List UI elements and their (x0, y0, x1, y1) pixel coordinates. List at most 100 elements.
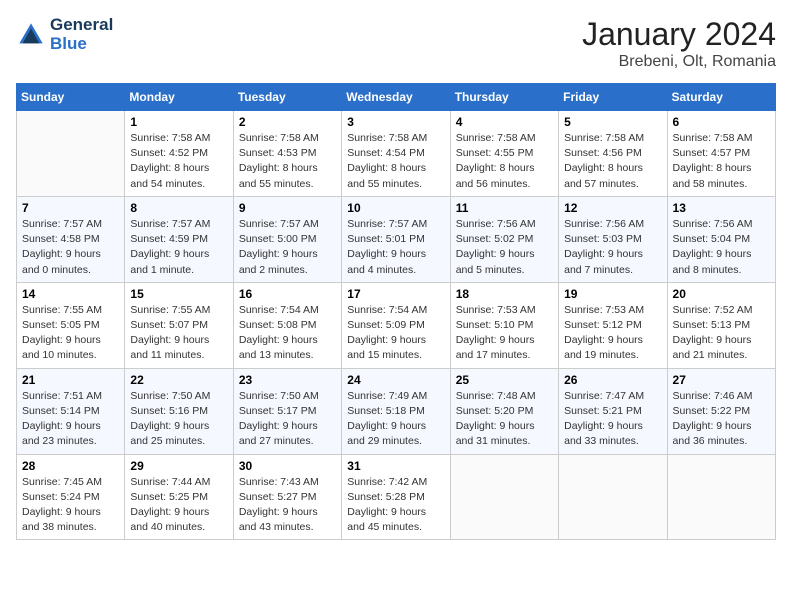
day-number: 10 (347, 201, 444, 215)
calendar-cell (17, 111, 125, 197)
day-number: 2 (239, 115, 336, 129)
calendar-cell: 24 Sunrise: 7:49 AMSunset: 5:18 PMDayligh… (342, 368, 450, 454)
calendar-cell: 7 Sunrise: 7:57 AMSunset: 4:58 PMDaylight… (17, 196, 125, 282)
day-info: Sunrise: 7:43 AMSunset: 5:27 PMDaylight:… (239, 475, 336, 536)
day-info: Sunrise: 7:56 AMSunset: 5:03 PMDaylight:… (564, 217, 661, 278)
day-info: Sunrise: 7:55 AMSunset: 5:05 PMDaylight:… (22, 303, 119, 364)
calendar-cell: 13 Sunrise: 7:56 AMSunset: 5:04 PMDayligh… (667, 196, 775, 282)
calendar-cell: 27Sunrise: 7:46 AMSunset: 5:22 PMDayligh… (667, 368, 775, 454)
day-number: 27 (673, 373, 770, 387)
calendar-table: SundayMondayTuesdayWednesdayThursdayFrid… (16, 83, 776, 540)
day-number: 28 (22, 459, 119, 473)
calendar-cell: 6 Sunrise: 7:58 AMSunset: 4:57 PMDaylight… (667, 111, 775, 197)
weekday-header: Saturday (667, 84, 775, 111)
calendar-cell: 8Sunrise: 7:57 AMSunset: 4:59 PMDaylight… (125, 196, 233, 282)
day-number: 31 (347, 459, 444, 473)
day-number: 14 (22, 287, 119, 301)
day-number: 30 (239, 459, 336, 473)
day-info: Sunrise: 7:51 AMSunset: 5:14 PMDaylight:… (22, 389, 119, 450)
day-number: 23 (239, 373, 336, 387)
day-info: Sunrise: 7:58 AMSunset: 4:57 PMDaylight:… (673, 131, 770, 192)
day-number: 13 (673, 201, 770, 215)
calendar-cell: 28 Sunrise: 7:45 AMSunset: 5:24 PMDayligh… (17, 454, 125, 540)
day-info: Sunrise: 7:47 AMSunset: 5:21 PMDaylight:… (564, 389, 661, 450)
day-number: 3 (347, 115, 444, 129)
weekday-header: Monday (125, 84, 233, 111)
day-info: Sunrise: 7:54 AMSunset: 5:08 PMDaylight:… (239, 303, 336, 364)
day-info: Sunrise: 7:54 AMSunset: 5:09 PMDaylight:… (347, 303, 444, 364)
calendar-cell: 10 Sunrise: 7:57 AMSunset: 5:01 PMDayligh… (342, 196, 450, 282)
day-info: Sunrise: 7:42 AMSunset: 5:28 PMDaylight:… (347, 475, 444, 536)
day-number: 4 (456, 115, 553, 129)
day-info: Sunrise: 7:45 AMSunset: 5:24 PMDaylight:… (22, 475, 119, 536)
calendar-week-row: 28 Sunrise: 7:45 AMSunset: 5:24 PMDayligh… (17, 454, 776, 540)
calendar-cell: 31 Sunrise: 7:42 AMSunset: 5:28 PMDayligh… (342, 454, 450, 540)
day-number: 22 (130, 373, 227, 387)
day-number: 8 (130, 201, 227, 215)
day-info: Sunrise: 7:53 AMSunset: 5:10 PMDaylight:… (456, 303, 553, 364)
day-number: 16 (239, 287, 336, 301)
day-number: 7 (22, 201, 119, 215)
day-number: 17 (347, 287, 444, 301)
calendar-cell (450, 454, 558, 540)
day-number: 26 (564, 373, 661, 387)
day-info: Sunrise: 7:52 AMSunset: 5:13 PMDaylight:… (673, 303, 770, 364)
day-info: Sunrise: 7:58 AMSunset: 4:55 PMDaylight:… (456, 131, 553, 192)
day-number: 12 (564, 201, 661, 215)
day-number: 5 (564, 115, 661, 129)
calendar-cell: 11Sunrise: 7:56 AMSunset: 5:02 PMDayligh… (450, 196, 558, 282)
calendar-cell (559, 454, 667, 540)
calendar-cell: 25 Sunrise: 7:48 AMSunset: 5:20 PMDayligh… (450, 368, 558, 454)
day-number: 25 (456, 373, 553, 387)
day-number: 21 (22, 373, 119, 387)
calendar-week-row: 14 Sunrise: 7:55 AMSunset: 5:05 PMDayligh… (17, 282, 776, 368)
day-info: Sunrise: 7:56 AMSunset: 5:02 PMDaylight:… (456, 217, 553, 278)
logo: General Blue (16, 16, 113, 53)
day-info: Sunrise: 7:58 AMSunset: 4:52 PMDaylight:… (130, 131, 227, 192)
day-number: 24 (347, 373, 444, 387)
weekday-header: Friday (559, 84, 667, 111)
calendar-cell: 16 Sunrise: 7:54 AMSunset: 5:08 PMDayligh… (233, 282, 341, 368)
month-title: January 2024 (582, 16, 776, 53)
day-info: Sunrise: 7:48 AMSunset: 5:20 PMDaylight:… (456, 389, 553, 450)
logo-text: General Blue (50, 16, 113, 53)
day-info: Sunrise: 7:58 AMSunset: 4:54 PMDaylight:… (347, 131, 444, 192)
day-info: Sunrise: 7:44 AMSunset: 5:25 PMDaylight:… (130, 475, 227, 536)
calendar-cell: 30 Sunrise: 7:43 AMSunset: 5:27 PMDayligh… (233, 454, 341, 540)
calendar-cell: 2Sunrise: 7:58 AMSunset: 4:53 PMDaylight… (233, 111, 341, 197)
weekday-header: Tuesday (233, 84, 341, 111)
calendar-cell: 12 Sunrise: 7:56 AMSunset: 5:03 PMDayligh… (559, 196, 667, 282)
day-info: Sunrise: 7:57 AMSunset: 4:58 PMDaylight:… (22, 217, 119, 278)
title-block: January 2024 Brebeni, Olt, Romania (582, 16, 776, 71)
day-number: 19 (564, 287, 661, 301)
calendar-cell: 4 Sunrise: 7:58 AMSunset: 4:55 PMDaylight… (450, 111, 558, 197)
day-number: 18 (456, 287, 553, 301)
weekday-header-row: SundayMondayTuesdayWednesdayThursdayFrid… (17, 84, 776, 111)
weekday-header: Sunday (17, 84, 125, 111)
weekday-header: Thursday (450, 84, 558, 111)
day-number: 15 (130, 287, 227, 301)
calendar-cell (667, 454, 775, 540)
calendar-cell: 1Sunrise: 7:58 AMSunset: 4:52 PMDaylight… (125, 111, 233, 197)
calendar-cell: 17 Sunrise: 7:54 AMSunset: 5:09 PMDayligh… (342, 282, 450, 368)
day-info: Sunrise: 7:56 AMSunset: 5:04 PMDaylight:… (673, 217, 770, 278)
calendar-cell: 3 Sunrise: 7:58 AMSunset: 4:54 PMDaylight… (342, 111, 450, 197)
calendar-cell: 20 Sunrise: 7:52 AMSunset: 5:13 PMDayligh… (667, 282, 775, 368)
day-number: 20 (673, 287, 770, 301)
day-info: Sunrise: 7:55 AMSunset: 5:07 PMDaylight:… (130, 303, 227, 364)
calendar-cell: 26 Sunrise: 7:47 AMSunset: 5:21 PMDayligh… (559, 368, 667, 454)
calendar-cell: 15 Sunrise: 7:55 AMSunset: 5:07 PMDayligh… (125, 282, 233, 368)
day-info: Sunrise: 7:49 AMSunset: 5:18 PMDaylight:… (347, 389, 444, 450)
calendar-cell: 21 Sunrise: 7:51 AMSunset: 5:14 PMDayligh… (17, 368, 125, 454)
logo-icon (16, 20, 46, 50)
calendar-cell: 18 Sunrise: 7:53 AMSunset: 5:10 PMDayligh… (450, 282, 558, 368)
calendar-cell: 5Sunrise: 7:58 AMSunset: 4:56 PMDaylight… (559, 111, 667, 197)
page-header: General Blue January 2024 Brebeni, Olt, … (16, 16, 776, 71)
calendar-cell: 9Sunrise: 7:57 AMSunset: 5:00 PMDaylight… (233, 196, 341, 282)
day-info: Sunrise: 7:57 AMSunset: 5:01 PMDaylight:… (347, 217, 444, 278)
calendar-cell: 14 Sunrise: 7:55 AMSunset: 5:05 PMDayligh… (17, 282, 125, 368)
calendar-cell: 23Sunrise: 7:50 AMSunset: 5:17 PMDayligh… (233, 368, 341, 454)
day-number: 6 (673, 115, 770, 129)
weekday-header: Wednesday (342, 84, 450, 111)
calendar-cell: 19Sunrise: 7:53 AMSunset: 5:12 PMDayligh… (559, 282, 667, 368)
